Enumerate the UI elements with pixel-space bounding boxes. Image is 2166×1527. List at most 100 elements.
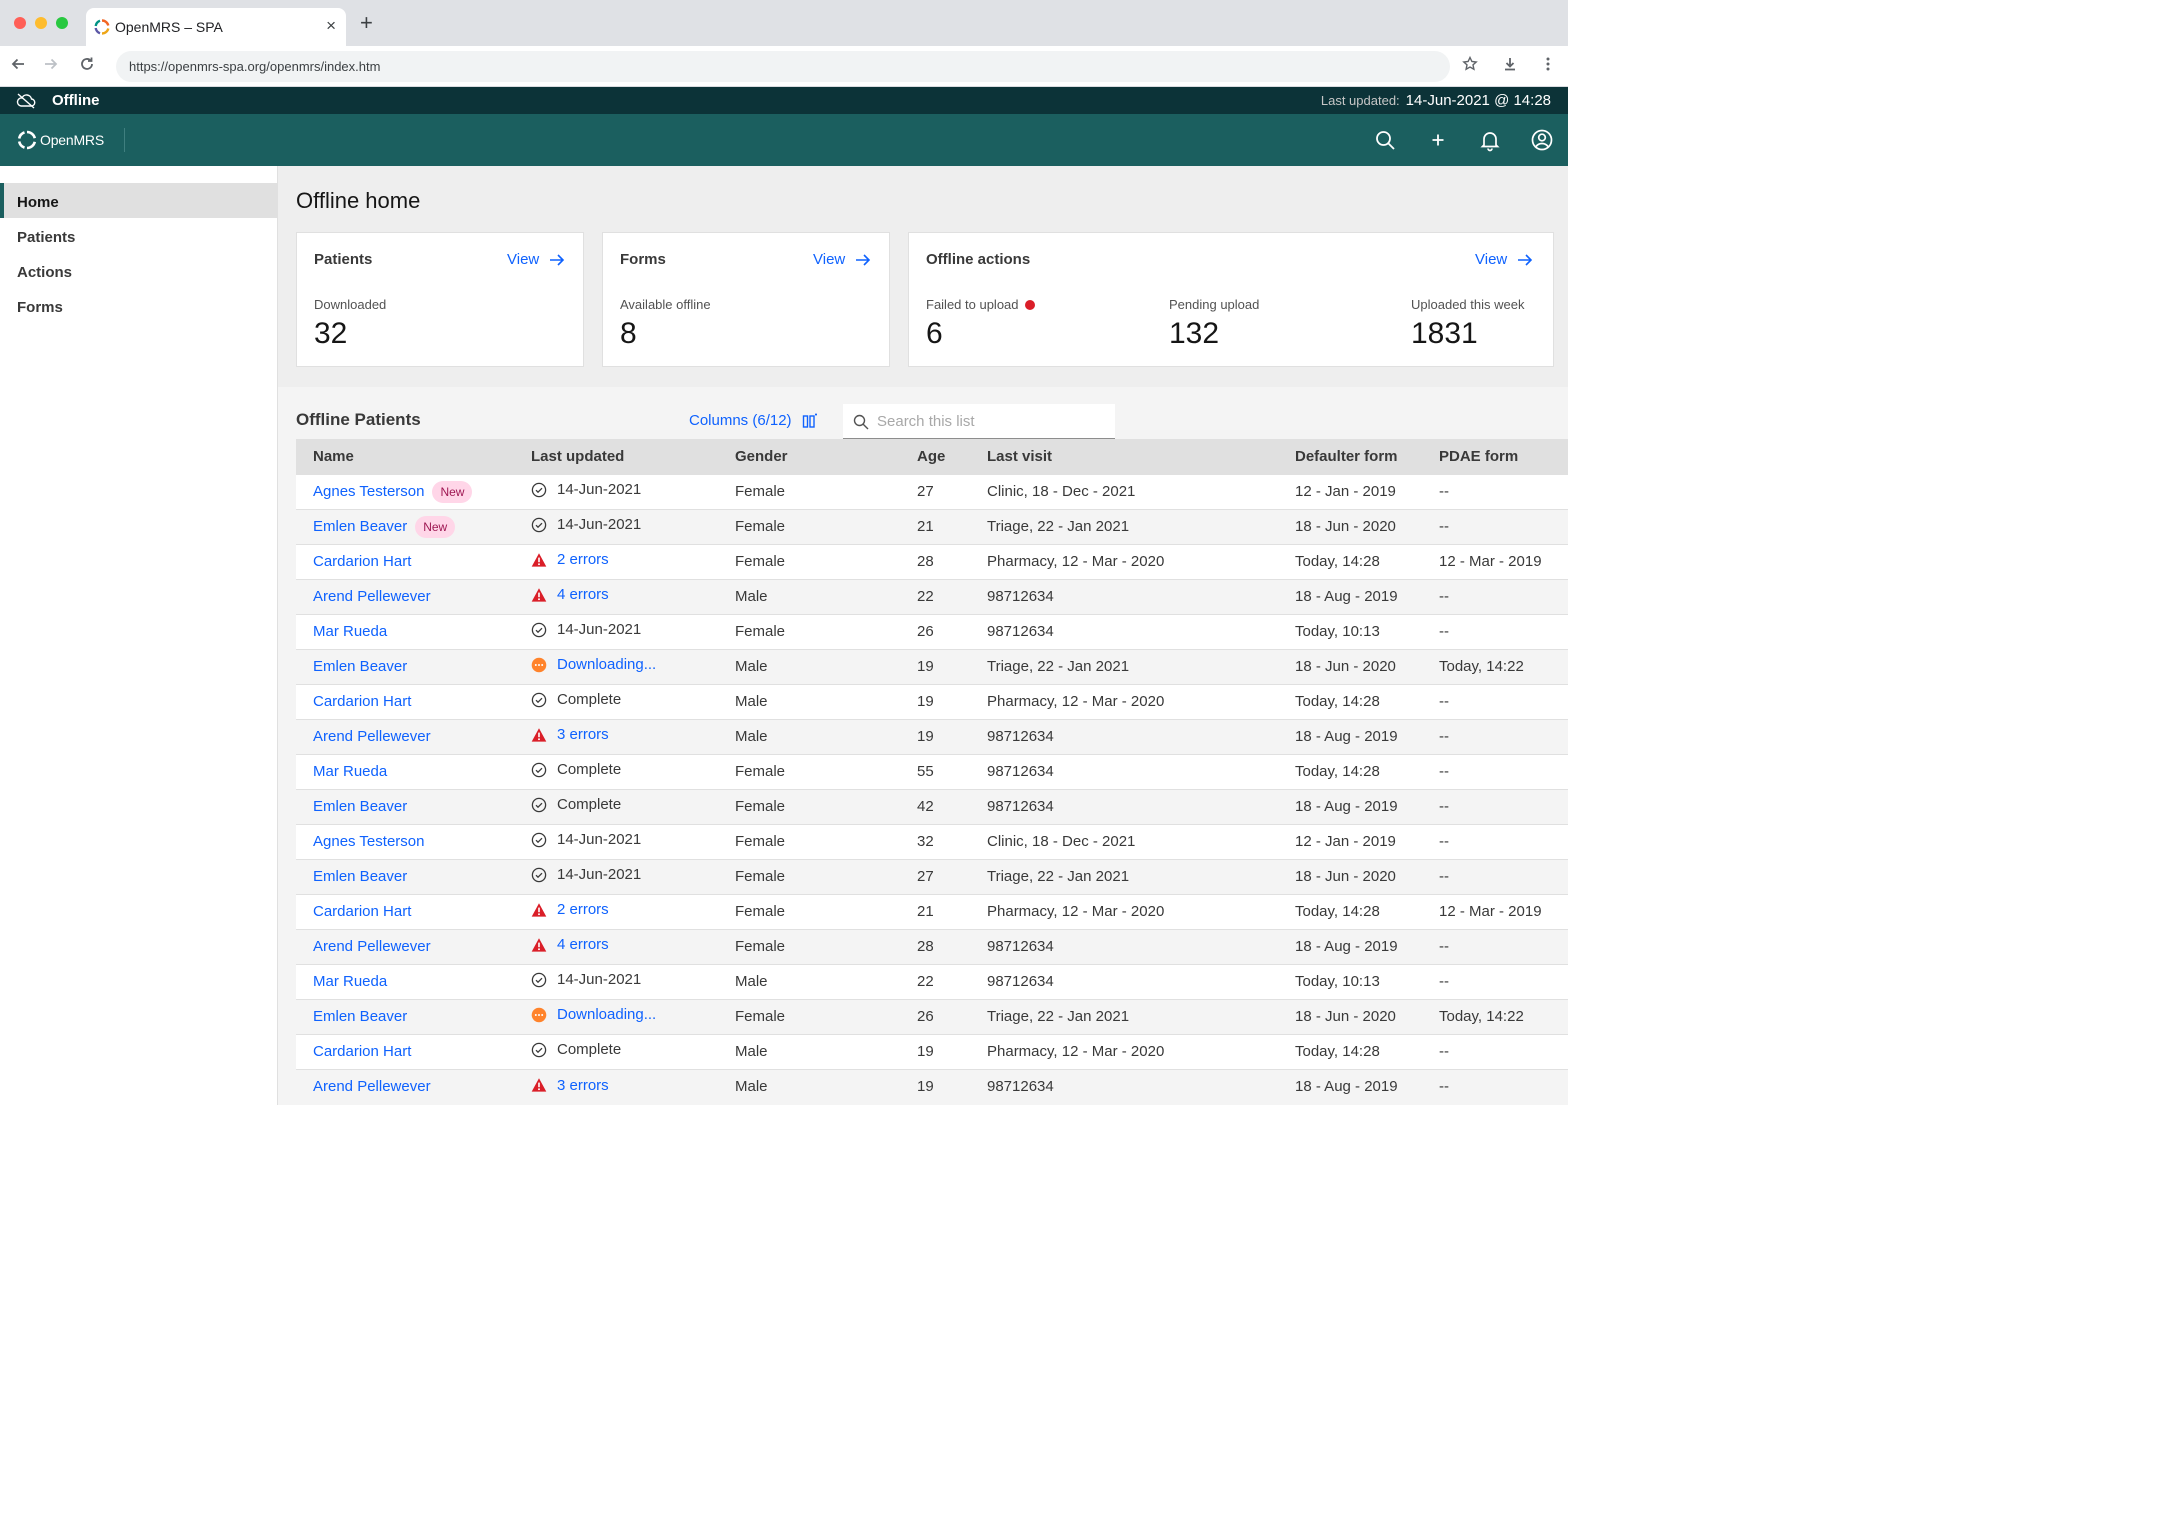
table-row[interactable]: Mar Rueda 14-Jun-2021 Female 26 98712634 Toda… — [296, 613, 1568, 649]
cell-name: Arend Pellewever — [296, 578, 514, 614]
patient-name-link[interactable]: Cardarion Hart — [313, 553, 411, 570]
column-header-pdae-form[interactable]: PDAE form — [1422, 439, 1568, 474]
page-title: Offline home — [296, 188, 421, 213]
sync-status[interactable]: 3 errors — [531, 1077, 609, 1094]
table-row[interactable]: Emlen Beaver Complete Female 42 98712634 18 -… — [296, 788, 1568, 824]
patient-name-link[interactable]: Emlen Beaver — [313, 798, 407, 815]
table-row[interactable]: Emlen Beaver New 14-Jun-2021 Female 21 Triage… — [296, 508, 1568, 544]
browser-tab[interactable]: OpenMRS – SPA × — [86, 8, 346, 46]
forms-view-link[interactable]: View — [813, 251, 871, 268]
cell-gender: Female — [718, 753, 900, 789]
bookmark-star-icon[interactable] — [1461, 55, 1479, 79]
forward-arrow-icon[interactable] — [42, 55, 60, 78]
openmrs-logo[interactable]: OpenMRS — [17, 130, 104, 150]
sync-status[interactable]: 2 errors — [531, 901, 609, 918]
checkmark-outline-icon — [531, 482, 547, 497]
table-row[interactable]: Arend Pellewever 4 errors Female 28 98712634… — [296, 928, 1568, 964]
window-minimize-button[interactable] — [35, 17, 47, 29]
patient-name-link[interactable]: Mar Rueda — [313, 973, 387, 990]
back-arrow-icon[interactable] — [9, 55, 27, 78]
add-icon[interactable] — [1426, 128, 1450, 152]
sync-status[interactable]: 4 errors — [531, 936, 609, 953]
columns-button[interactable]: Columns (6/12) — [689, 412, 818, 429]
patient-name-link[interactable]: Emlen Beaver — [313, 868, 407, 885]
column-header-defaulter-form[interactable]: Defaulter form — [1278, 439, 1422, 474]
table-row[interactable]: Mar Rueda Complete Female 55 98712634 Today, … — [296, 753, 1568, 789]
notification-icon[interactable] — [1478, 128, 1502, 152]
sidebar-item-home[interactable]: Home — [0, 183, 278, 218]
patient-name-link[interactable]: Cardarion Hart — [313, 1043, 411, 1060]
column-header-last-updated[interactable]: Last updated — [514, 439, 718, 474]
cell-pdae-form: 12 - Mar - 2019 — [1422, 893, 1568, 929]
patient-name-link[interactable]: Arend Pellewever — [313, 1078, 431, 1095]
sidebar-item-actions[interactable]: Actions — [0, 253, 278, 288]
table-row[interactable]: Emlen Beaver Downloading... Male 19 Triage, … — [296, 648, 1568, 684]
patient-name-link[interactable]: Agnes Testerson — [313, 482, 424, 499]
column-header-last-visit[interactable]: Last visit — [970, 439, 1278, 474]
sync-status: Complete — [531, 761, 621, 778]
table-row[interactable]: Agnes Testerson New 14-Jun-2021 Female 27 Cli… — [296, 473, 1568, 509]
cell-pdae-form: -- — [1422, 1068, 1568, 1104]
column-header-gender[interactable]: Gender — [718, 439, 900, 474]
patient-name-link[interactable]: Emlen Beaver — [313, 658, 407, 675]
patient-name-link[interactable]: Mar Rueda — [313, 623, 387, 640]
sync-status-text: 14-Jun-2021 — [557, 481, 642, 499]
sidebar-item-forms[interactable]: Forms — [0, 288, 278, 323]
patient-name-link[interactable]: Arend Pellewever — [313, 588, 431, 605]
table-row[interactable]: Emlen Beaver 14-Jun-2021 Female 27 Triage, 2… — [296, 858, 1568, 894]
sync-status-text: 14-Jun-2021 — [557, 971, 642, 989]
table-row[interactable]: Arend Pellewever 3 errors Male 19 98712634 18… — [296, 1068, 1568, 1104]
cell-last-updated: Complete — [514, 788, 718, 824]
column-header-age[interactable]: Age — [900, 439, 970, 474]
sync-status[interactable]: 3 errors — [531, 726, 609, 743]
side-navigation: Home Patients Actions Forms — [0, 166, 278, 1105]
cell-age: 26 — [900, 998, 970, 1034]
cell-gender: Male — [718, 683, 900, 719]
search-icon[interactable] — [1373, 128, 1397, 152]
table-row[interactable]: Emlen Beaver Downloading... Female 26 Triage… — [296, 998, 1568, 1034]
table-row[interactable]: Cardarion Hart Complete Male 19 Pharmacy, 12… — [296, 1033, 1568, 1069]
user-avatar-icon[interactable] — [1530, 128, 1554, 152]
table-row[interactable]: Arend Pellewever 4 errors Male 22 98712634 18… — [296, 578, 1568, 614]
patient-name-link[interactable]: Agnes Testerson — [313, 833, 424, 850]
column-header-name[interactable]: Name — [296, 439, 514, 474]
patient-name-link[interactable]: Cardarion Hart — [313, 693, 411, 710]
sync-status[interactable]: 4 errors — [531, 586, 609, 603]
table-row[interactable]: Mar Rueda 14-Jun-2021 Male 22 98712634 Today,… — [296, 963, 1568, 999]
sync-status[interactable]: Downloading... — [531, 1006, 656, 1023]
cell-age: 32 — [900, 823, 970, 859]
table-row[interactable]: Agnes Testerson 14-Jun-2021 Female 32 Clinic… — [296, 823, 1568, 859]
address-bar[interactable]: https://openmrs-spa.org/openmrs/index.ht… — [116, 51, 1450, 82]
window-maximize-button[interactable] — [56, 17, 68, 29]
cell-defaulter-form: 18 - Jun - 2020 — [1278, 508, 1422, 544]
window-close-button[interactable] — [14, 17, 26, 29]
patient-name-link[interactable]: Emlen Beaver — [313, 517, 407, 534]
patient-name-link[interactable]: Arend Pellewever — [313, 938, 431, 955]
cell-name: Emlen Beaver — [296, 648, 514, 684]
patient-name-link[interactable]: Mar Rueda — [313, 763, 387, 780]
browser-menu-icon[interactable] — [1541, 55, 1555, 79]
tab-close-icon[interactable]: × — [326, 16, 336, 36]
table-row[interactable]: Arend Pellewever 3 errors Male 19 98712634 18… — [296, 718, 1568, 754]
sync-status: 14-Jun-2021 — [531, 866, 641, 883]
sync-status[interactable]: 2 errors — [531, 551, 609, 568]
new-tab-button[interactable]: + — [360, 12, 373, 34]
patient-name-link[interactable]: Emlen Beaver — [313, 1008, 407, 1025]
view-link-label: View — [1475, 251, 1508, 268]
patients-card: Patients View Downloaded 32 — [296, 232, 584, 367]
patient-name-link[interactable]: Arend Pellewever — [313, 728, 431, 745]
download-icon[interactable] — [1501, 55, 1519, 79]
patients-view-link[interactable]: View — [507, 251, 565, 268]
pending-upload-label: Pending upload — [1169, 297, 1260, 312]
cell-defaulter-form: 12 - Jan - 2019 — [1278, 823, 1422, 859]
actions-view-link[interactable]: View — [1475, 251, 1533, 268]
metric-value: 8 — [620, 317, 637, 350]
search-input[interactable] — [877, 411, 1107, 431]
table-row[interactable]: Cardarion Hart Complete Male 19 Pharmacy, 12… — [296, 683, 1568, 719]
table-row[interactable]: Cardarion Hart 2 errors Female 21 Pharmacy, … — [296, 893, 1568, 929]
sync-status[interactable]: Downloading... — [531, 656, 656, 673]
sidebar-item-patients[interactable]: Patients — [0, 218, 278, 253]
reload-icon[interactable] — [78, 55, 96, 78]
table-row[interactable]: Cardarion Hart 2 errors Female 28 Pharmacy, … — [296, 543, 1568, 579]
patient-name-link[interactable]: Cardarion Hart — [313, 903, 411, 920]
